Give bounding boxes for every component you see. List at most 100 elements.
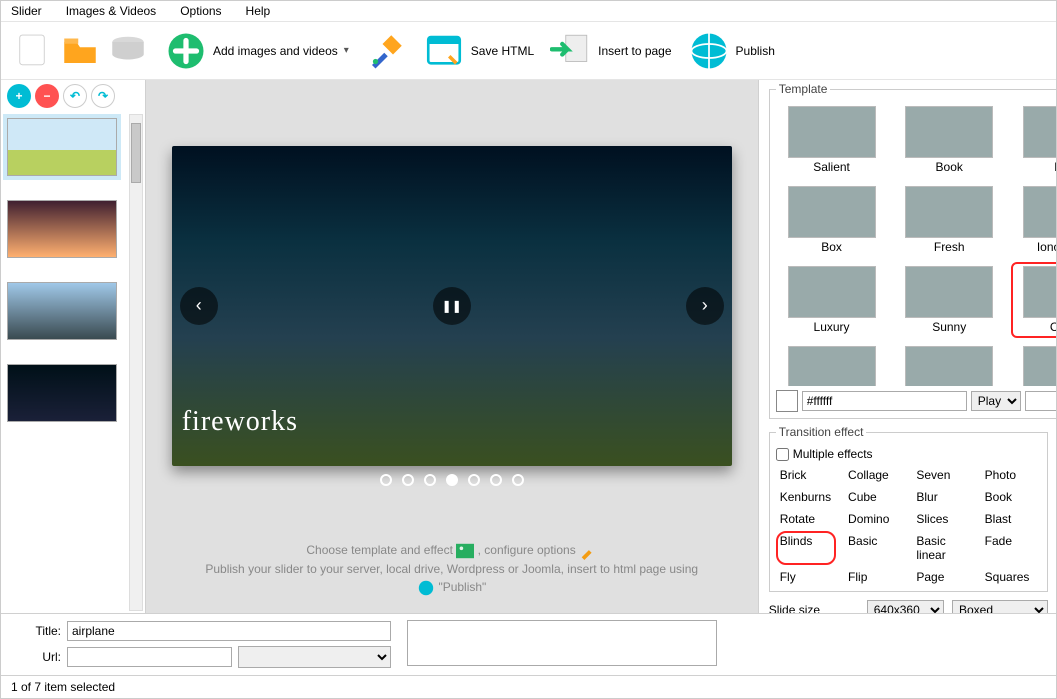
template-metro[interactable]: Metro: [1011, 342, 1056, 386]
thumb-4[interactable]: [7, 364, 117, 422]
title-label: Title:: [11, 624, 61, 638]
transition-photo[interactable]: Photo: [981, 465, 1041, 485]
insert-label: Insert to page: [598, 44, 671, 58]
url-label: Url:: [11, 650, 61, 664]
transition-squares[interactable]: Squares: [981, 567, 1041, 585]
transition-blinds[interactable]: Blinds: [776, 531, 836, 565]
multiple-effects-check[interactable]: Multiple effects: [776, 447, 1041, 461]
status-bar: 1 of 7 item selected: [1, 675, 1056, 698]
slide-size-select[interactable]: 640x360: [867, 600, 944, 613]
next-arrow-icon[interactable]: ›: [686, 287, 724, 325]
globe-icon: [417, 579, 435, 597]
transition-collage[interactable]: Collage: [844, 465, 904, 485]
template-premium[interactable]: Premium: [776, 342, 888, 386]
wrench-icon: [579, 542, 597, 560]
transition-seven[interactable]: Seven: [912, 465, 972, 485]
add-images-label: Add images and videos: [213, 44, 338, 58]
status-text: 1 of 7 item selected: [11, 680, 115, 694]
color-input[interactable]: [802, 391, 967, 411]
thumb-list: [1, 112, 145, 428]
template-sunny[interactable]: Sunny: [893, 262, 1005, 338]
thumb-2[interactable]: [7, 200, 117, 258]
color-swatch[interactable]: [776, 390, 798, 412]
transition-page[interactable]: Page: [912, 567, 972, 585]
toolbar: Add images and videos ▾ Save HTML Insert…: [1, 22, 1056, 80]
insert-to-page-button[interactable]: Insert to page: [550, 30, 671, 72]
transition-fieldset: Transition effect Multiple effects Brick…: [769, 425, 1048, 592]
save-html-label: Save HTML: [471, 44, 534, 58]
remove-slide-button[interactable]: −: [35, 84, 59, 108]
template-chess[interactable]: Chess: [1011, 262, 1056, 338]
transition-kenburns[interactable]: Kenburns: [776, 487, 836, 507]
slide-mode-select[interactable]: Boxed: [952, 600, 1048, 613]
slide-size-label: Slide size: [769, 603, 859, 613]
transition-legend: Transition effect: [776, 425, 867, 439]
save-html-button[interactable]: Save HTML: [423, 30, 534, 72]
transition-grid: Brick Collage Seven Photo Kenburns Cube Blur Bo…: [776, 465, 1041, 585]
slide-dots[interactable]: [172, 474, 732, 486]
slide-size-row: Slide size 640x360 Boxed: [769, 600, 1048, 613]
template-grid[interactable]: SalientBookPure BoxFreshIonosphere LuxuryS…: [776, 102, 1056, 386]
pause-icon[interactable]: ❚❚: [433, 287, 471, 325]
drive-icon[interactable]: [107, 28, 149, 73]
transition-basic-linear[interactable]: Basic linear: [912, 531, 972, 565]
thumb-toolbar: + − ↶ ↷: [1, 80, 145, 112]
template-box[interactable]: Box: [776, 182, 888, 258]
thumb-scrollbar[interactable]: [129, 114, 143, 611]
transition-domino[interactable]: Domino: [844, 509, 904, 529]
transition-blast[interactable]: Blast: [981, 509, 1041, 529]
publish-label: Publish: [736, 44, 775, 58]
transition-flip[interactable]: Flip: [844, 567, 904, 585]
preview-area: ‹ › ❚❚ fireworks Choose template and eff…: [146, 80, 758, 613]
thumb-3[interactable]: [7, 282, 117, 340]
animation-select[interactable]: Play: [971, 391, 1021, 411]
url-target-select[interactable]: [238, 646, 391, 668]
description-textarea[interactable]: [407, 620, 717, 666]
prev-arrow-icon[interactable]: ‹: [180, 287, 218, 325]
template-luxury[interactable]: Luxury: [776, 262, 888, 338]
transition-brick[interactable]: Brick: [776, 465, 836, 485]
template-legend: Template: [776, 82, 831, 96]
template-pure[interactable]: Pure: [1011, 102, 1056, 178]
sidebar: + − ↶ ↷: [1, 80, 146, 613]
thumb-1[interactable]: [7, 118, 117, 176]
menu-images-videos[interactable]: Images & Videos: [66, 4, 157, 18]
rotate-left-button[interactable]: ↶: [63, 84, 87, 108]
rotate-right-button[interactable]: ↷: [91, 84, 115, 108]
new-project-icon[interactable]: [11, 28, 53, 73]
picture-icon: [456, 542, 474, 560]
template-salient[interactable]: Salient: [776, 102, 888, 178]
add-slide-button[interactable]: +: [7, 84, 31, 108]
slide-preview: ‹ › ❚❚ fireworks: [172, 146, 732, 466]
menu-slider[interactable]: Slider: [11, 4, 42, 18]
url-input[interactable]: [67, 647, 232, 667]
speed-input[interactable]: [1025, 391, 1056, 411]
menubar: Slider Images & Videos Options Help: [1, 1, 1056, 22]
transition-fade[interactable]: Fade: [981, 531, 1041, 565]
chevron-down-icon: ▾: [344, 45, 349, 56]
template-fresh[interactable]: Fresh: [893, 182, 1005, 258]
transition-slices[interactable]: Slices: [912, 509, 972, 529]
publish-button[interactable]: Publish: [688, 30, 775, 72]
transition-rotate[interactable]: Rotate: [776, 509, 836, 529]
menu-options[interactable]: Options: [180, 4, 221, 18]
template-book[interactable]: Book: [893, 102, 1005, 178]
help-text: Choose template and effect , configure o…: [146, 531, 758, 613]
slide-caption: fireworks: [182, 406, 298, 438]
tools-icon[interactable]: [365, 30, 407, 72]
template-fieldset: Template SalientBookPure BoxFreshIonosphe…: [769, 82, 1056, 419]
menu-help[interactable]: Help: [246, 4, 271, 18]
title-input[interactable]: [67, 621, 391, 641]
right-panel: Template SalientBookPureBoxFreshIonosphe…: [758, 80, 1056, 613]
template-ionosphere[interactable]: Ionosphere: [1011, 182, 1056, 258]
bottom-bar: Title: Url:: [1, 613, 1056, 675]
open-project-icon[interactable]: [59, 28, 101, 73]
template-gothic[interactable]: Gothic: [893, 342, 1005, 386]
transition-basic[interactable]: Basic: [844, 531, 904, 565]
transition-blur[interactable]: Blur: [912, 487, 972, 507]
add-images-button[interactable]: Add images and videos ▾: [165, 30, 349, 72]
transition-book[interactable]: Book: [981, 487, 1041, 507]
main: + − ↶ ↷ ‹ › ❚❚ fireworks: [1, 80, 1056, 613]
transition-cube[interactable]: Cube: [844, 487, 904, 507]
transition-fly[interactable]: Fly: [776, 567, 836, 585]
